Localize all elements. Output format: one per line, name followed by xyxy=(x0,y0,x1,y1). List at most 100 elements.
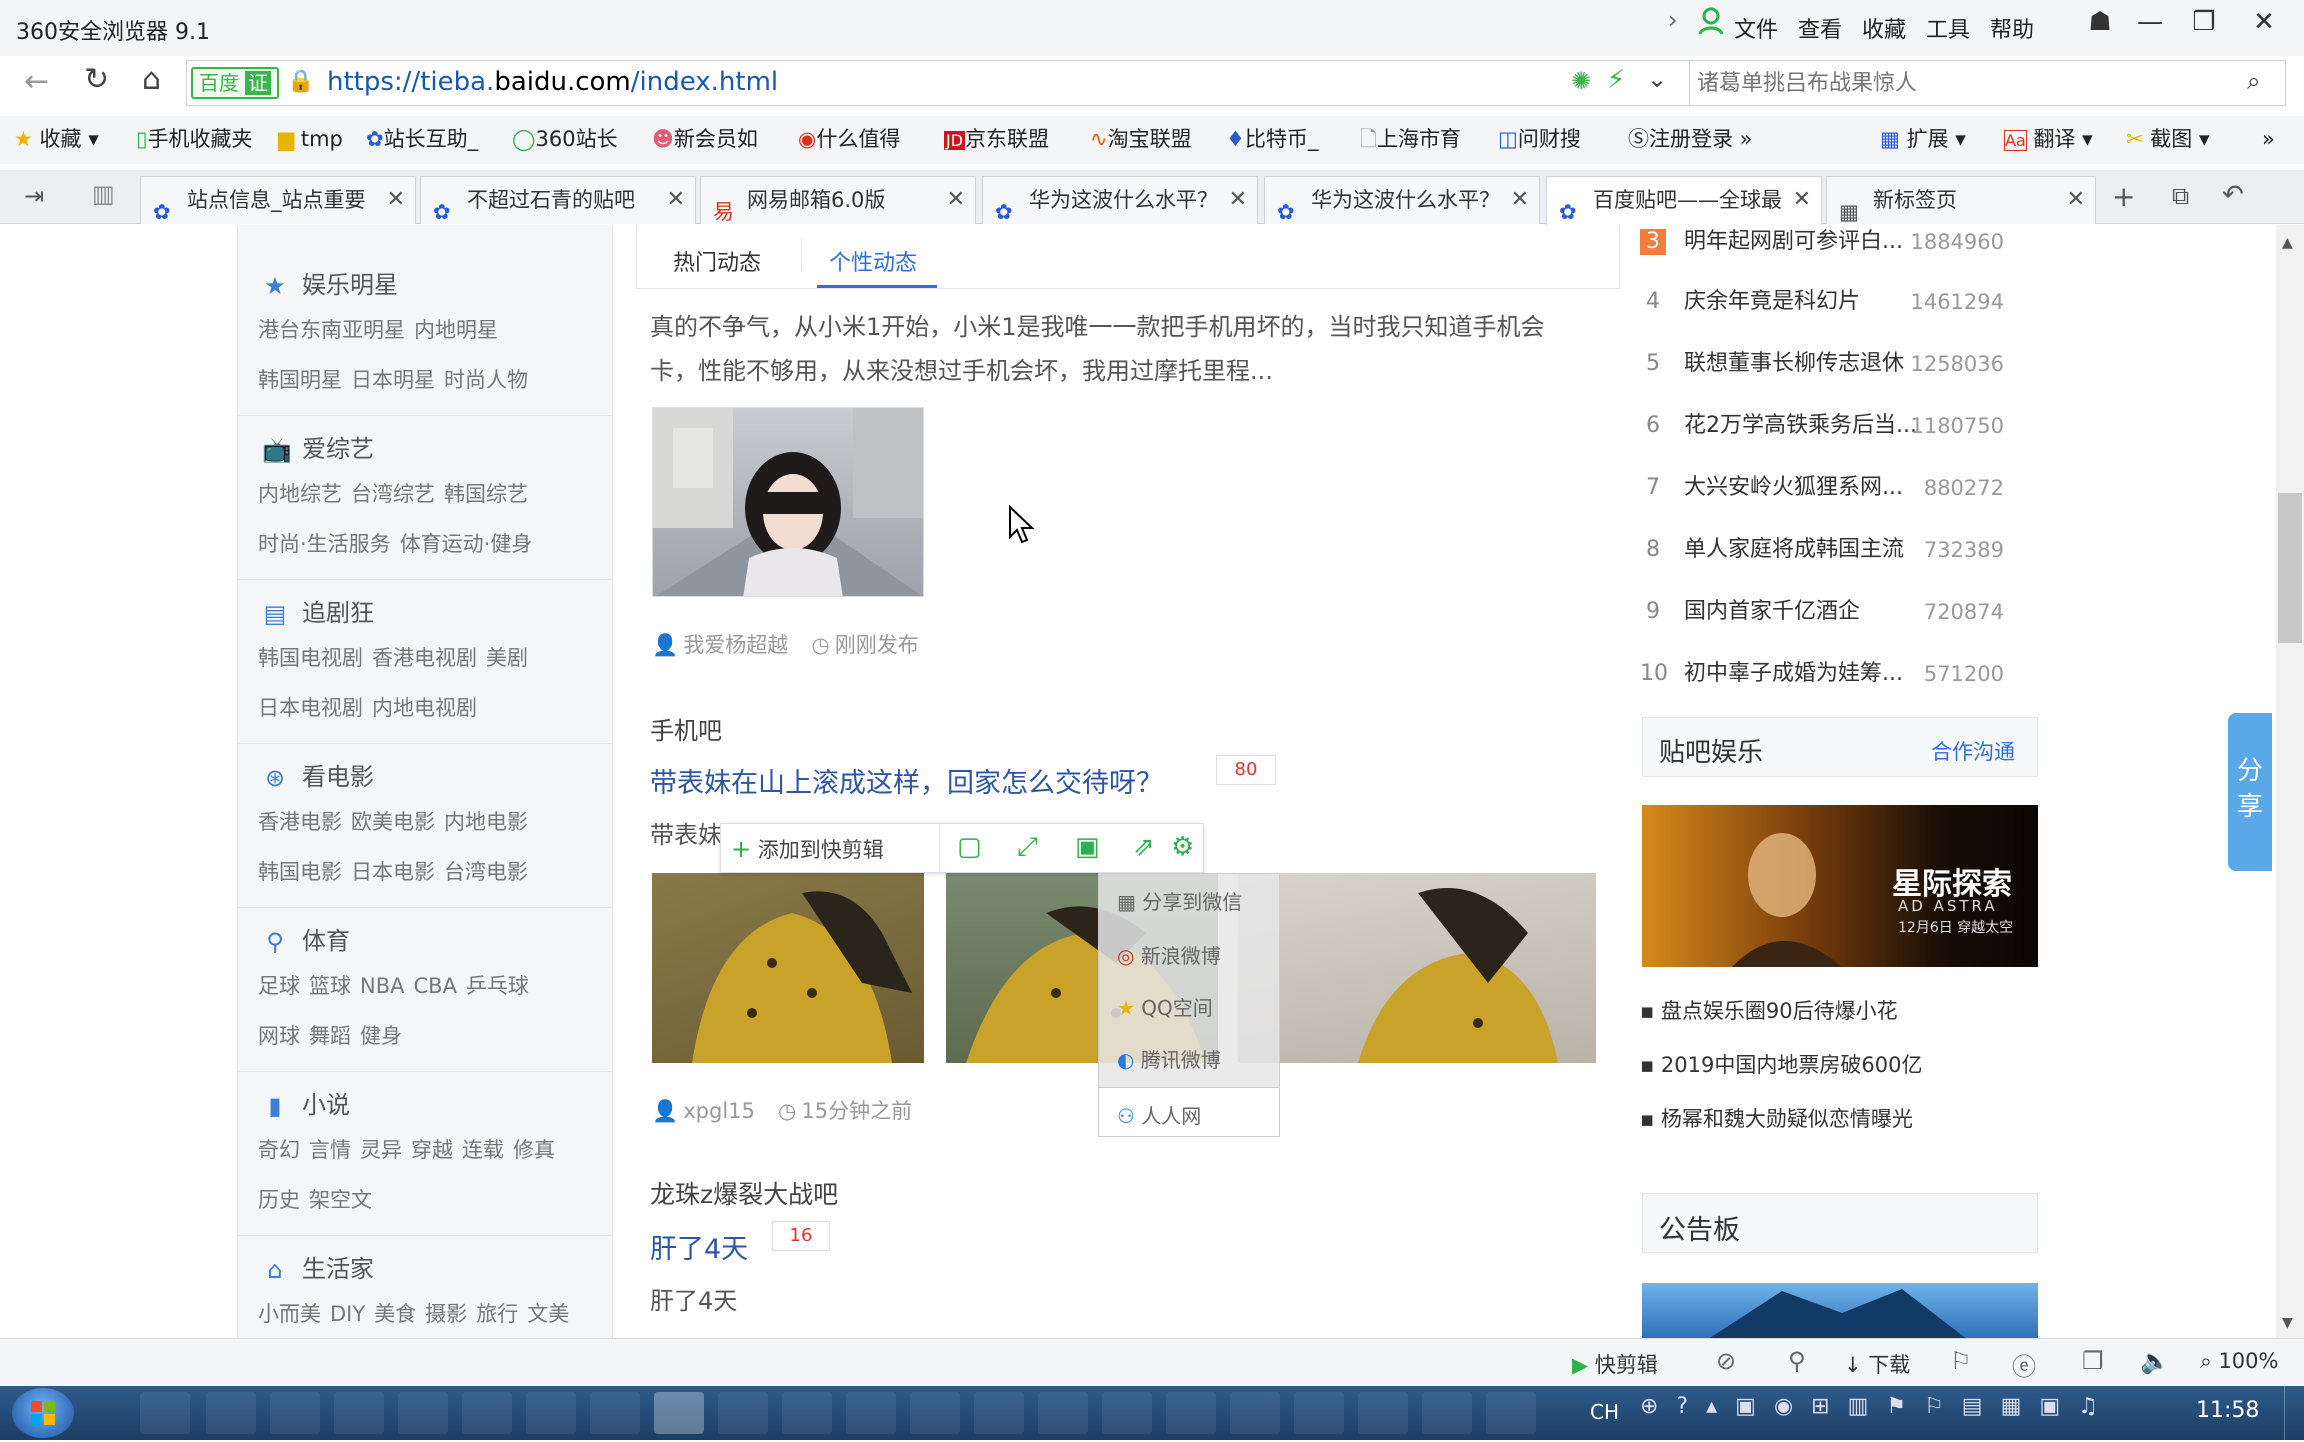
category-link[interactable]: 网球 xyxy=(258,1024,300,1048)
notice-banner[interactable] xyxy=(1642,1283,2038,1338)
address-bar[interactable]: 百度证 🔒 https://tieba.baidu.com/index.html… xyxy=(186,60,2286,106)
category-link[interactable]: 韩国电视剧 xyxy=(258,646,363,670)
tab-tieba-1[interactable]: ✿ 不超过石青的贴吧 ✕ xyxy=(420,176,696,224)
start-button[interactable] xyxy=(12,1388,74,1438)
home-icon[interactable]: ⌂ xyxy=(142,62,161,97)
minimize-button[interactable]: — xyxy=(2122,2,2178,42)
tab-close-icon[interactable]: ✕ xyxy=(1229,177,1247,223)
add-to-clip-button[interactable]: + 添加到快剪辑 xyxy=(731,834,884,864)
bookmark-shanghai[interactable]: 🗋上海市育 xyxy=(1360,122,1461,156)
hot-item[interactable]: 3 明年起网剧可参评白... 1884960 xyxy=(1640,225,2040,273)
tablet-icon[interactable]: ▥ xyxy=(92,180,115,208)
bookmark-tmp[interactable]: ▆ tmp xyxy=(278,122,343,156)
bookmark-mobile[interactable]: ▯手机收藏夹 xyxy=(136,122,253,156)
category-link[interactable]: 健身 xyxy=(360,1024,402,1048)
more-icon[interactable]: » xyxy=(2262,122,2275,156)
extensions-button[interactable]: ▦ 扩展 ▾ xyxy=(1880,122,1966,156)
translate-button[interactable]: Aa 翻译 ▾ xyxy=(2004,122,2093,156)
float-share-button[interactable]: 分享 xyxy=(2228,713,2272,871)
user-icon[interactable] xyxy=(1698,6,1724,36)
category-link[interactable]: 旅行 xyxy=(476,1302,518,1326)
category-link[interactable]: 灵异 xyxy=(360,1138,402,1162)
category-link[interactable]: 台湾综艺 xyxy=(351,482,435,506)
category-link[interactable]: NBA xyxy=(360,974,404,998)
maximize-button[interactable]: ❐ xyxy=(2176,2,2232,42)
ie-icon[interactable] xyxy=(462,1392,512,1434)
tab-close-icon[interactable]: ✕ xyxy=(2067,177,2085,223)
category-link[interactable]: 架空文 xyxy=(309,1188,372,1212)
close-button[interactable]: ✕ xyxy=(2236,2,2292,42)
bookmark-wencai[interactable]: ◫问财搜 xyxy=(1498,122,1581,156)
screenshot-button[interactable]: ✂ 截图 ▾ xyxy=(2126,122,2210,156)
category-link[interactable]: 内地电影 xyxy=(444,810,528,834)
cooperation-link[interactable]: 合作沟通 xyxy=(1931,736,2015,766)
share-icon[interactable]: ⇗ xyxy=(1133,832,1155,862)
forum-name[interactable]: 龙珠z爆裂大战吧 xyxy=(650,1175,838,1211)
hot-item[interactable]: 5 联想董事长柳传志退休 1258036 xyxy=(1640,333,2040,395)
ie-mode-icon[interactable]: ⓔ xyxy=(2012,1347,2036,1382)
category-link[interactable]: 日本电影 xyxy=(351,860,435,884)
category-link[interactable]: 修真 xyxy=(513,1138,555,1162)
post-image[interactable] xyxy=(652,407,924,597)
folder-icon[interactable] xyxy=(206,1392,256,1434)
category-link[interactable]: 内地综艺 xyxy=(258,482,342,506)
app-360-icon[interactable] xyxy=(140,1392,190,1434)
app-icon[interactable] xyxy=(1038,1392,1088,1434)
category-link[interactable]: 欧美电影 xyxy=(351,810,435,834)
tab-site-info[interactable]: ✿ 站点信息_站点重要 ✕ xyxy=(140,176,416,224)
forum-name[interactable]: 手机吧 xyxy=(650,711,722,746)
bookmark-register[interactable]: Ⓢ注册登录 » xyxy=(1628,122,1753,156)
app-icon[interactable] xyxy=(1358,1392,1408,1434)
tab-new[interactable]: ▦ 新标签页 ✕ xyxy=(1826,176,2096,224)
skin-icon[interactable]: ☗ xyxy=(2072,2,2128,42)
category-title[interactable]: ⌂ 生活家 xyxy=(258,1249,598,1289)
window-icon[interactable]: ❐ xyxy=(2082,1347,2104,1375)
app-icon[interactable] xyxy=(1486,1392,1536,1434)
folder-icon[interactable] xyxy=(334,1392,384,1434)
system-tray[interactable]: ⊕?▴▣◉⊞▥⚑⚐▤▦▣♫ xyxy=(1640,1394,2200,1432)
hot-item[interactable]: 6 花2万学高铁乘务后当... 1180750 xyxy=(1640,395,2040,457)
category-link[interactable]: 连载 xyxy=(462,1138,504,1162)
app-icon[interactable] xyxy=(910,1392,960,1434)
bookmark-360[interactable]: ◯360站长 xyxy=(512,122,618,156)
fireworks-icon[interactable] xyxy=(974,1392,1024,1434)
quick-clip-button[interactable]: ▶ 快剪辑 xyxy=(1572,1349,1658,1379)
category-link[interactable]: 文美 xyxy=(527,1302,569,1326)
pin-icon[interactable]: ⚲ xyxy=(1788,1347,1806,1375)
menu-favorites[interactable]: 收藏 xyxy=(1856,4,1912,52)
category-link[interactable]: 港台东南亚明星 xyxy=(258,318,405,342)
hot-item[interactable]: 7 大兴安岭火狐狸系网... 880272 xyxy=(1640,457,2040,519)
category-link[interactable]: 乒乓球 xyxy=(466,974,529,998)
category-link[interactable]: 香港电影 xyxy=(258,810,342,834)
tab-personal[interactable]: 个性动态 xyxy=(829,245,917,277)
category-link[interactable]: 摄影 xyxy=(425,1302,467,1326)
input-method[interactable]: CH xyxy=(1590,1400,1619,1424)
search-icon[interactable]: ⌕ xyxy=(2247,67,2260,95)
category-link[interactable]: 穿越 xyxy=(411,1138,453,1162)
hot-item[interactable]: 4 庆余年竟是科幻片 1461294 xyxy=(1640,271,2040,333)
category-title[interactable]: ▤ 追剧狂 xyxy=(258,593,598,633)
menu-view[interactable]: 查看 xyxy=(1792,4,1848,52)
app-icon[interactable] xyxy=(782,1392,832,1434)
post-author[interactable]: xpgl15 xyxy=(683,1099,755,1123)
hot-item[interactable]: 10 初中辜子成婚为娃筹... 571200 xyxy=(1640,643,2040,705)
app-icon[interactable] xyxy=(1294,1392,1344,1434)
category-link[interactable]: 香港电视剧 xyxy=(372,646,477,670)
media-icon[interactable] xyxy=(526,1392,576,1434)
tab-tieba-active[interactable]: ✿ 百度贴吧——全球最 ✕ xyxy=(1546,176,1822,225)
bookmark-taobao[interactable]: ∿淘宝联盟 xyxy=(1090,122,1192,156)
chevron-right-icon[interactable]: › xyxy=(1668,6,1678,34)
lightning-icon[interactable]: ⚡ xyxy=(1607,65,1625,95)
app-icon[interactable] xyxy=(1230,1392,1280,1434)
hot-item[interactable]: 8 单人家庭将成韩国主流 732389 xyxy=(1640,519,2040,581)
category-link[interactable]: 内地电视剧 xyxy=(372,696,477,720)
tab-hot[interactable]: 热门动态 xyxy=(673,245,761,277)
category-link[interactable]: CBA xyxy=(413,974,456,998)
show-desktop-button[interactable] xyxy=(2284,1386,2304,1440)
tab-close-icon[interactable]: ✕ xyxy=(1511,177,1529,223)
app-icon[interactable] xyxy=(1102,1392,1152,1434)
post-image[interactable] xyxy=(1238,873,1596,1063)
site-badge[interactable]: 百度证 xyxy=(191,67,279,99)
share-qzone[interactable]: ★ QQ空间 xyxy=(1117,992,1213,1021)
app-icon[interactable] xyxy=(1166,1392,1216,1434)
